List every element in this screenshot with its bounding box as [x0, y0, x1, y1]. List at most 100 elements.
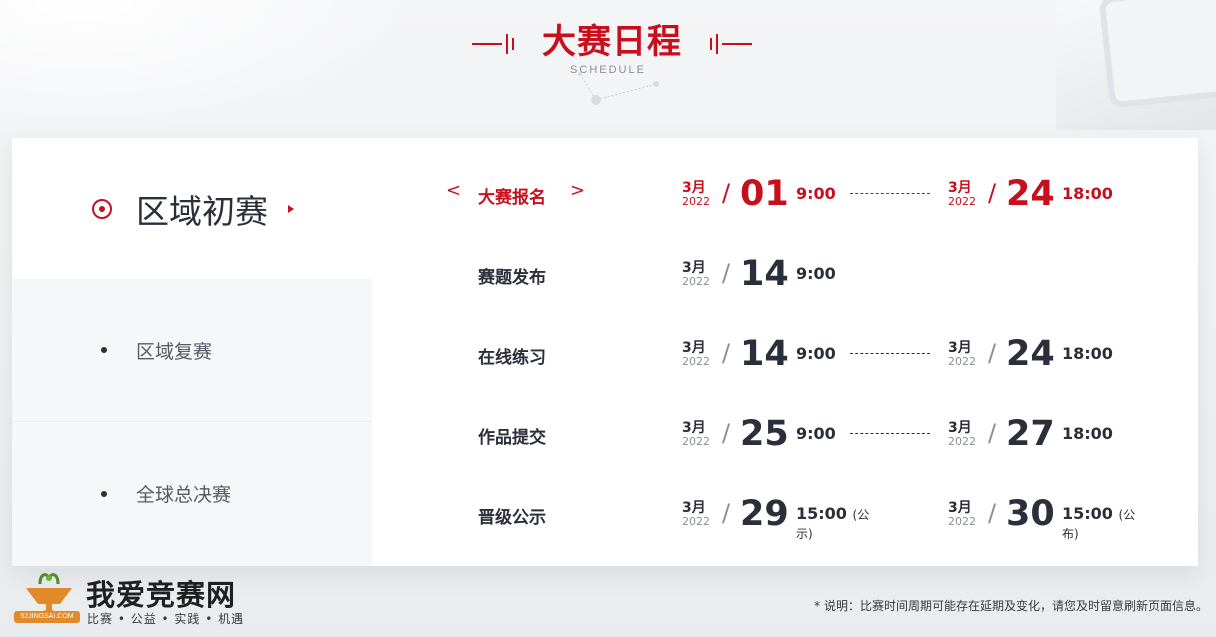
day: 29 [740, 494, 789, 534]
time: 9:00 [796, 424, 836, 443]
row-label: 作品提交 [478, 428, 546, 448]
logo-badge: 52JINGSAI.COM [14, 611, 80, 623]
slash: / [722, 419, 731, 447]
slash: / [988, 179, 997, 207]
schedule-footnote: * 说明：比赛时间周期可能存在延期及变化，请您及时留意刷新页面信息。 [814, 599, 1208, 613]
time-value: 18:00 [1062, 424, 1113, 443]
day: 30 [1006, 494, 1055, 534]
stage-sidebar: 区域初赛 区域复赛 全球总决赛 [12, 138, 372, 566]
end-date: 3月 2022 / 24 18:00 [948, 174, 1148, 214]
slash: / [722, 259, 731, 287]
radio-selected-icon [92, 198, 112, 219]
time: 9:00 [796, 184, 836, 203]
time: 15:00 (公示) [796, 504, 882, 542]
range-dash [850, 433, 930, 434]
month: 3月 [682, 500, 706, 516]
end-date: 3月 2022 / 30 15:00 (公布) [948, 494, 1148, 541]
time: 9:00 [796, 344, 836, 363]
sidebar-item-label: 区域初赛 [136, 191, 268, 231]
year: 2022 [948, 355, 976, 368]
year: 2022 [948, 515, 976, 528]
brand-tagline: 比赛 • 公益 • 实践 • 机遇 [87, 612, 245, 626]
sidebar-item-regional-semifinal[interactable]: 区域复赛 [12, 279, 372, 422]
range-dash [850, 353, 930, 354]
month: 3月 [948, 340, 972, 356]
sidebar-item-global-final[interactable]: 全球总决赛 [12, 421, 372, 566]
range-dash [850, 193, 930, 194]
day: 14 [740, 254, 789, 294]
schedule-row: < 大赛报名 > 3月 2022 / 01 9:00 3月 2022 / 24 … [372, 174, 1198, 214]
year: 2022 [948, 195, 976, 208]
year: 2022 [682, 435, 710, 448]
day: 24 [1006, 334, 1055, 374]
row-label: 晋级公示 [478, 508, 546, 528]
year: 2022 [682, 515, 710, 528]
schedule-card: 区域初赛 区域复赛 全球总决赛 < 大赛报名 > 3月 2022 / 01 9:… [12, 138, 1198, 566]
slash: / [722, 339, 731, 367]
time-value: 18:00 [1062, 184, 1113, 203]
year: 2022 [682, 275, 710, 288]
start-date: 3月 2022 / 29 15:00 (公示) [682, 494, 882, 541]
day: 14 [740, 334, 789, 374]
schedule-row: 赛题发布 3月 2022 / 14 9:00 [372, 254, 1198, 294]
dots-decoration [578, 72, 659, 105]
time-value: 9:00 [796, 344, 836, 363]
slash: / [722, 179, 731, 207]
title-ornament-bar [710, 38, 712, 50]
next-arrow-icon[interactable]: > [570, 180, 585, 201]
year: 2022 [948, 435, 976, 448]
row-label: 赛题发布 [478, 268, 546, 288]
prev-arrow-icon[interactable]: < [446, 180, 461, 201]
schedule-row: 晋级公示 3月 2022 / 29 15:00 (公示) 3月 2022 / 3… [372, 494, 1198, 541]
page-title: 大赛日程 [542, 22, 682, 62]
sidebar-item-label: 区域复赛 [136, 340, 213, 363]
brand-name: 我爱竞赛网 [86, 578, 237, 612]
time-value: 9:00 [796, 424, 836, 443]
day: 24 [1006, 174, 1055, 214]
month: 3月 [682, 260, 706, 276]
time-value: 15:00 [1062, 504, 1113, 523]
end-date: 3月 2022 / 24 18:00 [948, 334, 1148, 374]
slash: / [988, 339, 997, 367]
time-value: 18:00 [1062, 344, 1113, 363]
sidebar-item-label: 全球总决赛 [136, 484, 232, 506]
year: 2022 [682, 355, 710, 368]
day: 27 [1006, 414, 1055, 454]
time-value: 15:00 [796, 504, 847, 523]
month: 3月 [948, 500, 972, 516]
row-label: 大赛报名 [478, 188, 546, 208]
time-value: 9:00 [796, 264, 836, 283]
slash: / [988, 499, 997, 527]
day: 01 [740, 174, 789, 214]
year: 2022 [682, 195, 710, 208]
start-date: 3月 2022 / 14 9:00 [682, 334, 882, 374]
time: 18:00 [1062, 424, 1113, 443]
start-date: 3月 2022 / 14 9:00 [682, 254, 882, 294]
sidebar-item-regional-preliminary[interactable]: 区域初赛 [12, 138, 372, 279]
day: 25 [740, 414, 789, 454]
time-value: 9:00 [796, 184, 836, 203]
time: 18:00 [1062, 184, 1113, 203]
month: 3月 [682, 340, 706, 356]
title-ornament-left [472, 43, 502, 45]
bullet-icon [101, 490, 107, 497]
row-label: 在线练习 [478, 348, 546, 368]
section-header: 大赛日程 SCHEDULE [0, 0, 1216, 105]
title-ornament-right [722, 43, 752, 45]
slash: / [722, 499, 731, 527]
title-ornament-bar [506, 34, 508, 54]
month: 3月 [948, 420, 972, 436]
title-wrap: 大赛日程 [472, 10, 752, 62]
title-ornament-bar [512, 38, 514, 50]
caret-right-icon [288, 204, 294, 213]
title-ornament-bar [716, 34, 718, 54]
site-logo[interactable]: 52JINGSAI.COM 我爱竞赛网 比赛 • 公益 • 实践 • 机遇 [14, 566, 254, 632]
time: 18:00 [1062, 344, 1113, 363]
month: 3月 [948, 180, 972, 196]
month: 3月 [682, 420, 706, 436]
end-date: 3月 2022 / 27 18:00 [948, 414, 1148, 454]
time: 15:00 (公布) [1062, 504, 1148, 542]
start-date: 3月 2022 / 01 9:00 [682, 174, 882, 214]
bullet-icon [101, 347, 107, 353]
schedule-row: 作品提交 3月 2022 / 25 9:00 3月 2022 / 27 18:0… [372, 414, 1198, 454]
